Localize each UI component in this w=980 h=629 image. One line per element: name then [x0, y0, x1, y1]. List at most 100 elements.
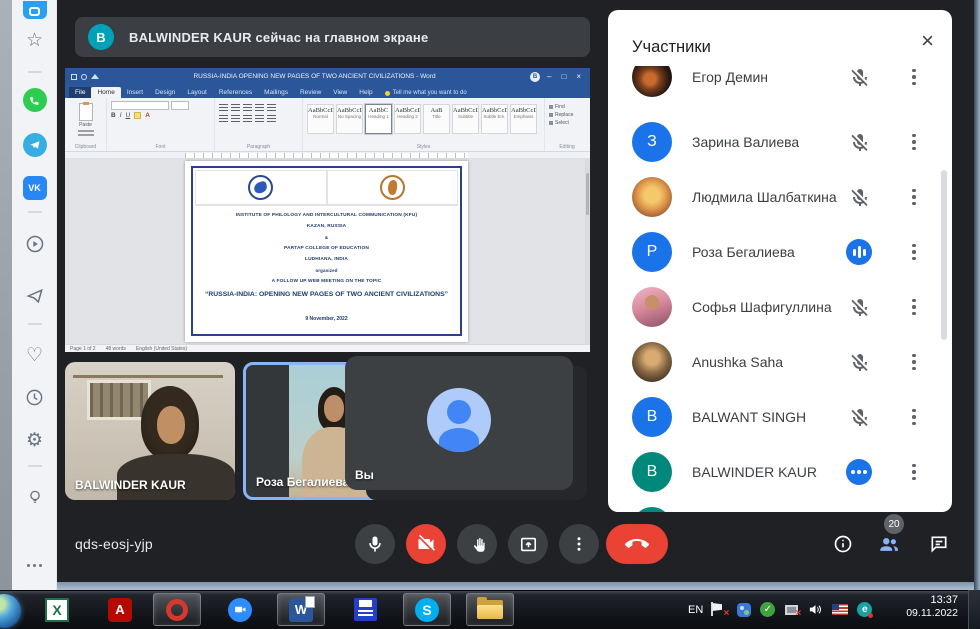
paste-icon[interactable]	[79, 103, 93, 121]
video-tile-you[interactable]: Вы	[345, 356, 573, 490]
participant-row[interactable]: Anushka Saha	[608, 335, 952, 389]
more-options-icon[interactable]	[906, 66, 922, 90]
mic-button[interactable]	[355, 524, 395, 564]
panel-scrollbar[interactable]	[941, 170, 947, 340]
volume-icon[interactable]	[808, 602, 823, 617]
taskbar-opera[interactable]	[153, 593, 201, 626]
messenger-icon[interactable]	[12, 0, 57, 20]
taskbar-explorer[interactable]	[466, 593, 514, 626]
close-button[interactable]: ×	[573, 72, 584, 81]
raise-hand-button[interactable]	[457, 524, 497, 564]
more-options-icon[interactable]	[906, 184, 922, 210]
justify-icon[interactable]	[255, 115, 264, 123]
tab-home[interactable]: Home	[91, 87, 120, 98]
bookmarks-star-icon[interactable]: ☆	[12, 28, 57, 52]
style-chip[interactable]: AaBbCcDdNormal	[307, 104, 334, 134]
save-icon[interactable]	[71, 74, 77, 80]
participant-row[interactable]: Софья Шафигуллина	[608, 280, 952, 334]
tab-layout[interactable]: Layout	[181, 87, 213, 98]
history-clock-icon[interactable]	[12, 385, 57, 409]
send-arrow-icon[interactable]	[12, 284, 57, 308]
participant-row[interactable]: B BALWANT SINGH	[608, 390, 952, 444]
tab-mailings[interactable]: Mailings	[258, 87, 294, 98]
cut-copy-lines[interactable]	[78, 134, 94, 136]
video-tile-balwinder[interactable]: BALWINDER KAUR	[65, 362, 235, 500]
more-options-icon[interactable]	[906, 349, 922, 375]
more-options-icon[interactable]	[906, 294, 922, 320]
participant-row[interactable]: З Зарина Валиева	[608, 115, 952, 169]
participant-row[interactable]: B BALWINDER KAUR	[608, 445, 952, 499]
quick-access-toolbar[interactable]	[71, 74, 99, 80]
camera-off-button[interactable]	[406, 524, 446, 564]
font-name-box[interactable]	[111, 101, 169, 110]
tab-help[interactable]: Help	[353, 87, 378, 98]
replace-item[interactable]: Replace	[549, 112, 585, 118]
settings-gear-icon[interactable]: ⚙	[12, 428, 57, 452]
bullets-icon[interactable]	[219, 104, 228, 112]
font-color-button[interactable]: A	[145, 112, 150, 119]
tab-references[interactable]: References	[213, 87, 258, 98]
more-options-icon[interactable]	[906, 459, 922, 485]
style-chip[interactable]: AaBbCcDdNo Spacing	[336, 104, 363, 134]
italic-button[interactable]: I	[120, 112, 122, 119]
underline-button[interactable]: U	[126, 112, 131, 119]
more-options-button[interactable]	[559, 524, 599, 564]
align-left-icon[interactable]	[219, 115, 228, 123]
taskbar-word[interactable]: W	[277, 593, 325, 626]
find-item[interactable]: Find	[549, 104, 585, 110]
highlight-button[interactable]	[134, 112, 141, 119]
line-spacing-icon[interactable]	[267, 115, 276, 123]
participant-row[interactable]: B BALWINDER KAUR	[608, 500, 952, 512]
close-panel-icon[interactable]: ×	[921, 30, 934, 52]
device-error-icon[interactable]: ×	[784, 602, 799, 617]
word-account-avatar[interactable]: B	[530, 72, 540, 82]
more-options-icon[interactable]	[906, 239, 922, 265]
participant-row[interactable]: Людмила Шалбаткина	[608, 170, 952, 224]
show-desktop-button[interactable]	[968, 590, 980, 629]
multilevel-icon[interactable]	[243, 104, 252, 112]
style-chip[interactable]: AaBbCcDdEmphasis	[510, 104, 537, 134]
meeting-details-button[interactable]	[832, 533, 854, 555]
participant-row[interactable]: Егор Демин	[608, 66, 952, 104]
participant-row[interactable]: Р Роза Бегалиева	[608, 225, 952, 279]
tab-design[interactable]: Design	[149, 87, 181, 98]
favorites-heart-icon[interactable]: ♡	[12, 343, 57, 367]
sidebar-more-icon[interactable]	[12, 555, 57, 575]
whatsapp-icon[interactable]	[12, 88, 57, 112]
taskbar-clock[interactable]: 13:37 09.11.2022	[906, 594, 958, 620]
taskbar-excel[interactable]: X	[33, 593, 81, 626]
numbering-icon[interactable]	[231, 104, 240, 112]
style-chip[interactable]: AaBTitle	[423, 104, 450, 134]
action-center-flag-icon[interactable]: ×	[712, 602, 727, 617]
restore-button[interactable]: □	[558, 72, 569, 81]
more-options-icon[interactable]	[906, 129, 922, 155]
tab-view[interactable]: View	[327, 87, 353, 98]
us-flag-icon[interactable]	[832, 604, 848, 615]
tab-insert[interactable]: Insert	[121, 87, 149, 98]
style-chip[interactable]: AaBbCcDHeading 2	[394, 104, 421, 134]
cut-copy-lines[interactable]	[78, 130, 94, 132]
language-indicator[interactable]: EN	[688, 604, 703, 616]
indent-icon[interactable]	[255, 104, 264, 112]
more-options-icon[interactable]	[906, 404, 922, 430]
vk-icon[interactable]: VK	[12, 176, 57, 200]
style-chip[interactable]: AaBbCcDSubtitle	[452, 104, 479, 134]
tab-review[interactable]: Review	[294, 87, 327, 98]
taskbar-camera-app[interactable]	[216, 593, 264, 626]
select-item[interactable]: Select	[549, 120, 585, 126]
translate-tray-icon[interactable]	[736, 602, 751, 617]
redo-icon[interactable]	[91, 74, 99, 79]
end-call-button[interactable]	[606, 524, 668, 564]
chat-button[interactable]	[928, 533, 950, 555]
participants-button[interactable]	[878, 533, 900, 555]
align-center-icon[interactable]	[231, 115, 240, 123]
minimize-button[interactable]: –	[544, 72, 554, 81]
bold-button[interactable]: B	[111, 112, 116, 119]
taskbar-acrobat[interactable]: A	[96, 593, 144, 626]
align-right-icon[interactable]	[243, 115, 252, 123]
tab-file[interactable]: File	[69, 87, 91, 98]
style-chip[interactable]: AaBbCcDdSubtle Em.	[481, 104, 508, 134]
telegram-icon[interactable]	[12, 133, 57, 157]
taskbar-skype[interactable]: S	[403, 593, 451, 626]
font-size-box[interactable]	[171, 101, 189, 110]
